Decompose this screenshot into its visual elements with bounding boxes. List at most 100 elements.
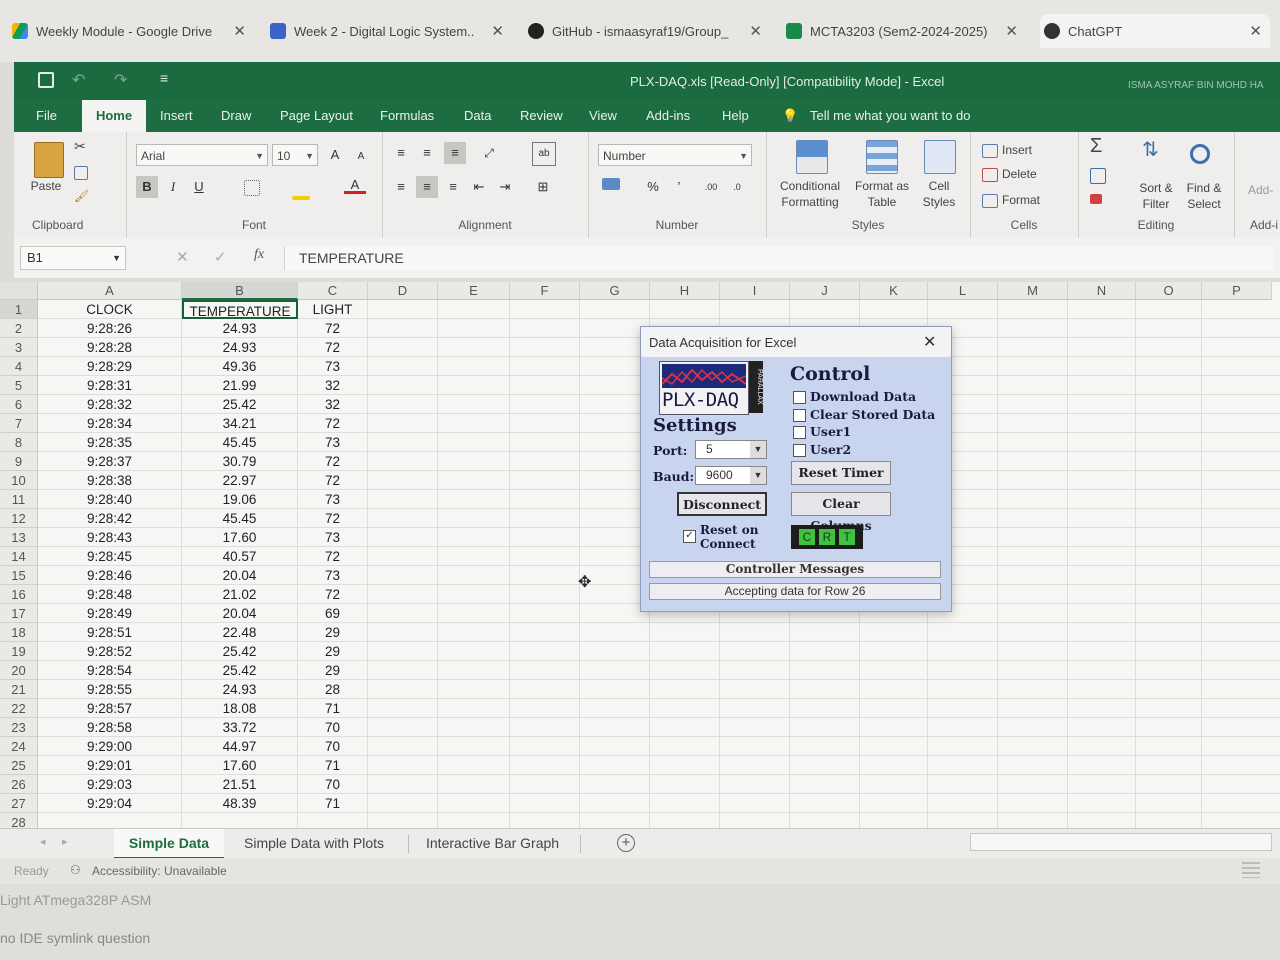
cell-c22[interactable]: 71 xyxy=(298,699,368,718)
align-center-icon[interactable]: ≡ xyxy=(416,176,438,198)
close-icon[interactable]: ✕ xyxy=(923,332,936,352)
clear-stored-data-checkbox[interactable] xyxy=(793,409,806,422)
cell-b19[interactable]: 25.42 xyxy=(182,642,298,661)
delete-button[interactable]: Delete xyxy=(1002,166,1037,182)
row-header[interactable]: 23 xyxy=(0,718,38,737)
row-header[interactable]: 6 xyxy=(0,395,38,414)
font-color-icon[interactable]: A xyxy=(344,174,366,194)
cell-a28[interactable] xyxy=(38,813,182,828)
cell-c9[interactable]: 72 xyxy=(298,452,368,471)
tab-draw[interactable]: Draw xyxy=(221,100,251,132)
normal-view-icon[interactable] xyxy=(1242,862,1260,878)
column-header-c[interactable]: C xyxy=(298,282,368,300)
tab-add-ins[interactable]: Add-ins xyxy=(646,100,690,132)
align-top-icon[interactable]: ≡ xyxy=(390,142,412,164)
browser-tab-chatgpt[interactable]: ChatGPT ✕ xyxy=(1040,14,1270,48)
reset-on-connect-checkbox[interactable]: ✓ xyxy=(683,530,696,543)
cell-b23[interactable]: 33.72 xyxy=(182,718,298,737)
tab-view[interactable]: View xyxy=(589,100,617,132)
format-button[interactable]: Format xyxy=(1002,192,1040,208)
row-header[interactable]: 9 xyxy=(0,452,38,471)
column-header-a[interactable]: A xyxy=(38,282,182,300)
column-header-b[interactable]: B xyxy=(182,282,298,300)
format-painter-icon[interactable]: 🖌 xyxy=(74,188,89,204)
tab-insert[interactable]: Insert xyxy=(160,100,193,132)
row-header[interactable]: 26 xyxy=(0,775,38,794)
cell-styles-button[interactable]: Cell Styles xyxy=(914,178,964,210)
row-header[interactable]: 10 xyxy=(0,471,38,490)
cell-a21[interactable]: 9:28:55 xyxy=(38,680,182,699)
row-header[interactable]: 16 xyxy=(0,585,38,604)
cell-b9[interactable]: 30.79 xyxy=(182,452,298,471)
cell-c5[interactable]: 32 xyxy=(298,376,368,395)
cell-a11[interactable]: 9:28:40 xyxy=(38,490,182,509)
row-header[interactable]: 17 xyxy=(0,604,38,623)
insert-button[interactable]: Insert xyxy=(1002,142,1032,158)
row-header[interactable]: 20 xyxy=(0,661,38,680)
cell-c21[interactable]: 28 xyxy=(298,680,368,699)
row-header[interactable]: 14 xyxy=(0,547,38,566)
find-select-button[interactable]: Find & Select xyxy=(1182,180,1226,212)
cell-c19[interactable]: 29 xyxy=(298,642,368,661)
download-data-checkbox[interactable] xyxy=(793,391,806,404)
cell-c24[interactable]: 70 xyxy=(298,737,368,756)
save-icon[interactable] xyxy=(38,72,54,88)
row-header[interactable]: 15 xyxy=(0,566,38,585)
orientation-icon[interactable]: ⤢ xyxy=(478,142,500,164)
reset-timer-button[interactable]: Reset Timer xyxy=(791,461,891,485)
bold-button[interactable]: B xyxy=(136,176,158,198)
increase-indent-icon[interactable]: ⇥ xyxy=(494,176,516,198)
cell-a27[interactable]: 9:29:04 xyxy=(38,794,182,813)
port-select[interactable]: 5 ▼ xyxy=(695,440,767,459)
column-header-o[interactable]: O xyxy=(1136,282,1202,300)
paste-icon[interactable] xyxy=(34,142,64,178)
user1-checkbox[interactable] xyxy=(793,426,806,439)
cell-a24[interactable]: 9:29:00 xyxy=(38,737,182,756)
cell-c28[interactable] xyxy=(298,813,368,828)
decrease-decimal-button[interactable]: .0 xyxy=(726,176,748,198)
cell-b14[interactable]: 40.57 xyxy=(182,547,298,566)
row-header[interactable]: 1 xyxy=(0,300,38,319)
sheet-tab-interactive-bar-graph[interactable]: Interactive Bar Graph xyxy=(426,829,559,857)
sort-filter-button[interactable]: Sort & Filter xyxy=(1134,180,1178,212)
browser-tab-github[interactable]: GitHub - ismaasyraf19/Group_ ✕ xyxy=(528,14,762,48)
cell-a20[interactable]: 9:28:54 xyxy=(38,661,182,680)
wrap-text-icon[interactable]: ≡ xyxy=(444,142,466,164)
cell-c15[interactable]: 73 xyxy=(298,566,368,585)
cell-b21[interactable]: 24.93 xyxy=(182,680,298,699)
cell-c17[interactable]: 69 xyxy=(298,604,368,623)
tab-review[interactable]: Review xyxy=(520,100,563,132)
row-header[interactable]: 24 xyxy=(0,737,38,756)
cell-a22[interactable]: 9:28:57 xyxy=(38,699,182,718)
cell-b8[interactable]: 45.45 xyxy=(182,433,298,452)
cell-a23[interactable]: 9:28:58 xyxy=(38,718,182,737)
row-header[interactable]: 2 xyxy=(0,319,38,338)
cell-a14[interactable]: 9:28:45 xyxy=(38,547,182,566)
row-header[interactable]: 18 xyxy=(0,623,38,642)
insert-function-icon[interactable]: fx xyxy=(254,247,264,263)
cell-b13[interactable]: 17.60 xyxy=(182,528,298,547)
underline-button[interactable]: U xyxy=(188,176,210,198)
row-header[interactable]: 21 xyxy=(0,680,38,699)
scroll-left-icon[interactable]: ◂ xyxy=(40,835,46,848)
add-sheet-button[interactable]: + xyxy=(617,834,635,852)
cell-b27[interactable]: 48.39 xyxy=(182,794,298,813)
column-header-l[interactable]: L xyxy=(928,282,998,300)
cell-c26[interactable]: 70 xyxy=(298,775,368,794)
wrap-icon[interactable]: ab xyxy=(532,142,556,166)
close-icon[interactable]: ✕ xyxy=(1005,22,1018,40)
close-icon[interactable]: ✕ xyxy=(233,22,246,40)
row-header[interactable]: 25 xyxy=(0,756,38,775)
browser-tab-mcta[interactable]: MCTA3203 (Sem2-2024-2025)... ✕ xyxy=(786,14,1018,48)
cell-c2[interactable]: 72 xyxy=(298,319,368,338)
cell-a3[interactable]: 9:28:28 xyxy=(38,338,182,357)
name-box[interactable]: B1 ▼ xyxy=(20,246,126,270)
accessibility-status[interactable]: Accessibility: Unavailable xyxy=(92,864,227,878)
row-header[interactable]: 3 xyxy=(0,338,38,357)
column-header-j[interactable]: J xyxy=(790,282,860,300)
column-header-e[interactable]: E xyxy=(438,282,510,300)
row-header[interactable]: 13 xyxy=(0,528,38,547)
cancel-icon[interactable]: ✕ xyxy=(176,248,189,266)
cell-b15[interactable]: 20.04 xyxy=(182,566,298,585)
cell-a5[interactable]: 9:28:31 xyxy=(38,376,182,395)
